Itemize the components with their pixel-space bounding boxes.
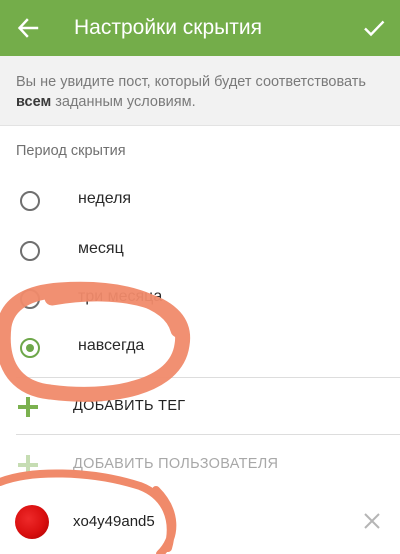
radio-label-forever: навсегда <box>78 337 145 354</box>
radio-button-icon[interactable] <box>20 191 40 211</box>
plus-icon <box>18 455 38 475</box>
arrow-back-icon <box>17 18 39 38</box>
info-text-bold: всем <box>16 94 52 110</box>
back-button[interactable] <box>12 12 44 44</box>
radio-option-month[interactable]: месяц <box>0 228 400 274</box>
avatar <box>15 505 49 539</box>
user-name: xo4y49and5 <box>73 513 155 530</box>
confirm-button[interactable] <box>358 12 390 44</box>
radio-label-week: неделя <box>78 190 132 207</box>
hide-settings-screen: Настройки скрытия Вы не увидите пост, ко… <box>0 0 400 554</box>
radio-option-week[interactable]: неделя <box>0 178 400 224</box>
radio-button-checked-icon[interactable] <box>20 338 40 358</box>
check-icon <box>364 20 385 37</box>
close-icon <box>364 513 380 529</box>
radio-button-icon[interactable] <box>20 289 40 309</box>
radio-label-three-months: три месяца <box>78 288 163 305</box>
radio-option-forever[interactable]: навсегда <box>0 325 400 371</box>
add-tag-button[interactable]: ДОБАВИТЬ ТЕГ <box>0 382 400 432</box>
info-text-end: заданным условиям. <box>55 94 196 110</box>
divider <box>16 434 400 435</box>
add-tag-label: ДОБАВИТЬ ТЕГ <box>73 398 186 414</box>
add-user-label: ДОБАВИТЬ ПОЛЬЗОВАТЕЛЯ <box>73 456 279 472</box>
radio-button-icon[interactable] <box>20 241 40 261</box>
info-banner: Вы не увидите пост, который будет соотве… <box>0 56 400 126</box>
info-text-start: Вы не увидите пост, который будет соотве… <box>16 74 366 90</box>
radio-label-month: месяц <box>78 240 124 257</box>
period-section-label: Период скрытия <box>16 143 126 159</box>
add-user-button[interactable]: ДОБАВИТЬ ПОЛЬЗОВАТЕЛЯ <box>0 440 400 490</box>
divider <box>16 377 400 378</box>
hidden-user-row: xo4y49and5 <box>0 495 400 551</box>
plus-icon <box>18 397 38 417</box>
app-bar: Настройки скрытия <box>0 0 400 56</box>
remove-user-button[interactable] <box>358 507 386 535</box>
page-title: Настройки скрытия <box>74 16 262 39</box>
radio-option-three-months[interactable]: три месяца <box>0 276 400 322</box>
